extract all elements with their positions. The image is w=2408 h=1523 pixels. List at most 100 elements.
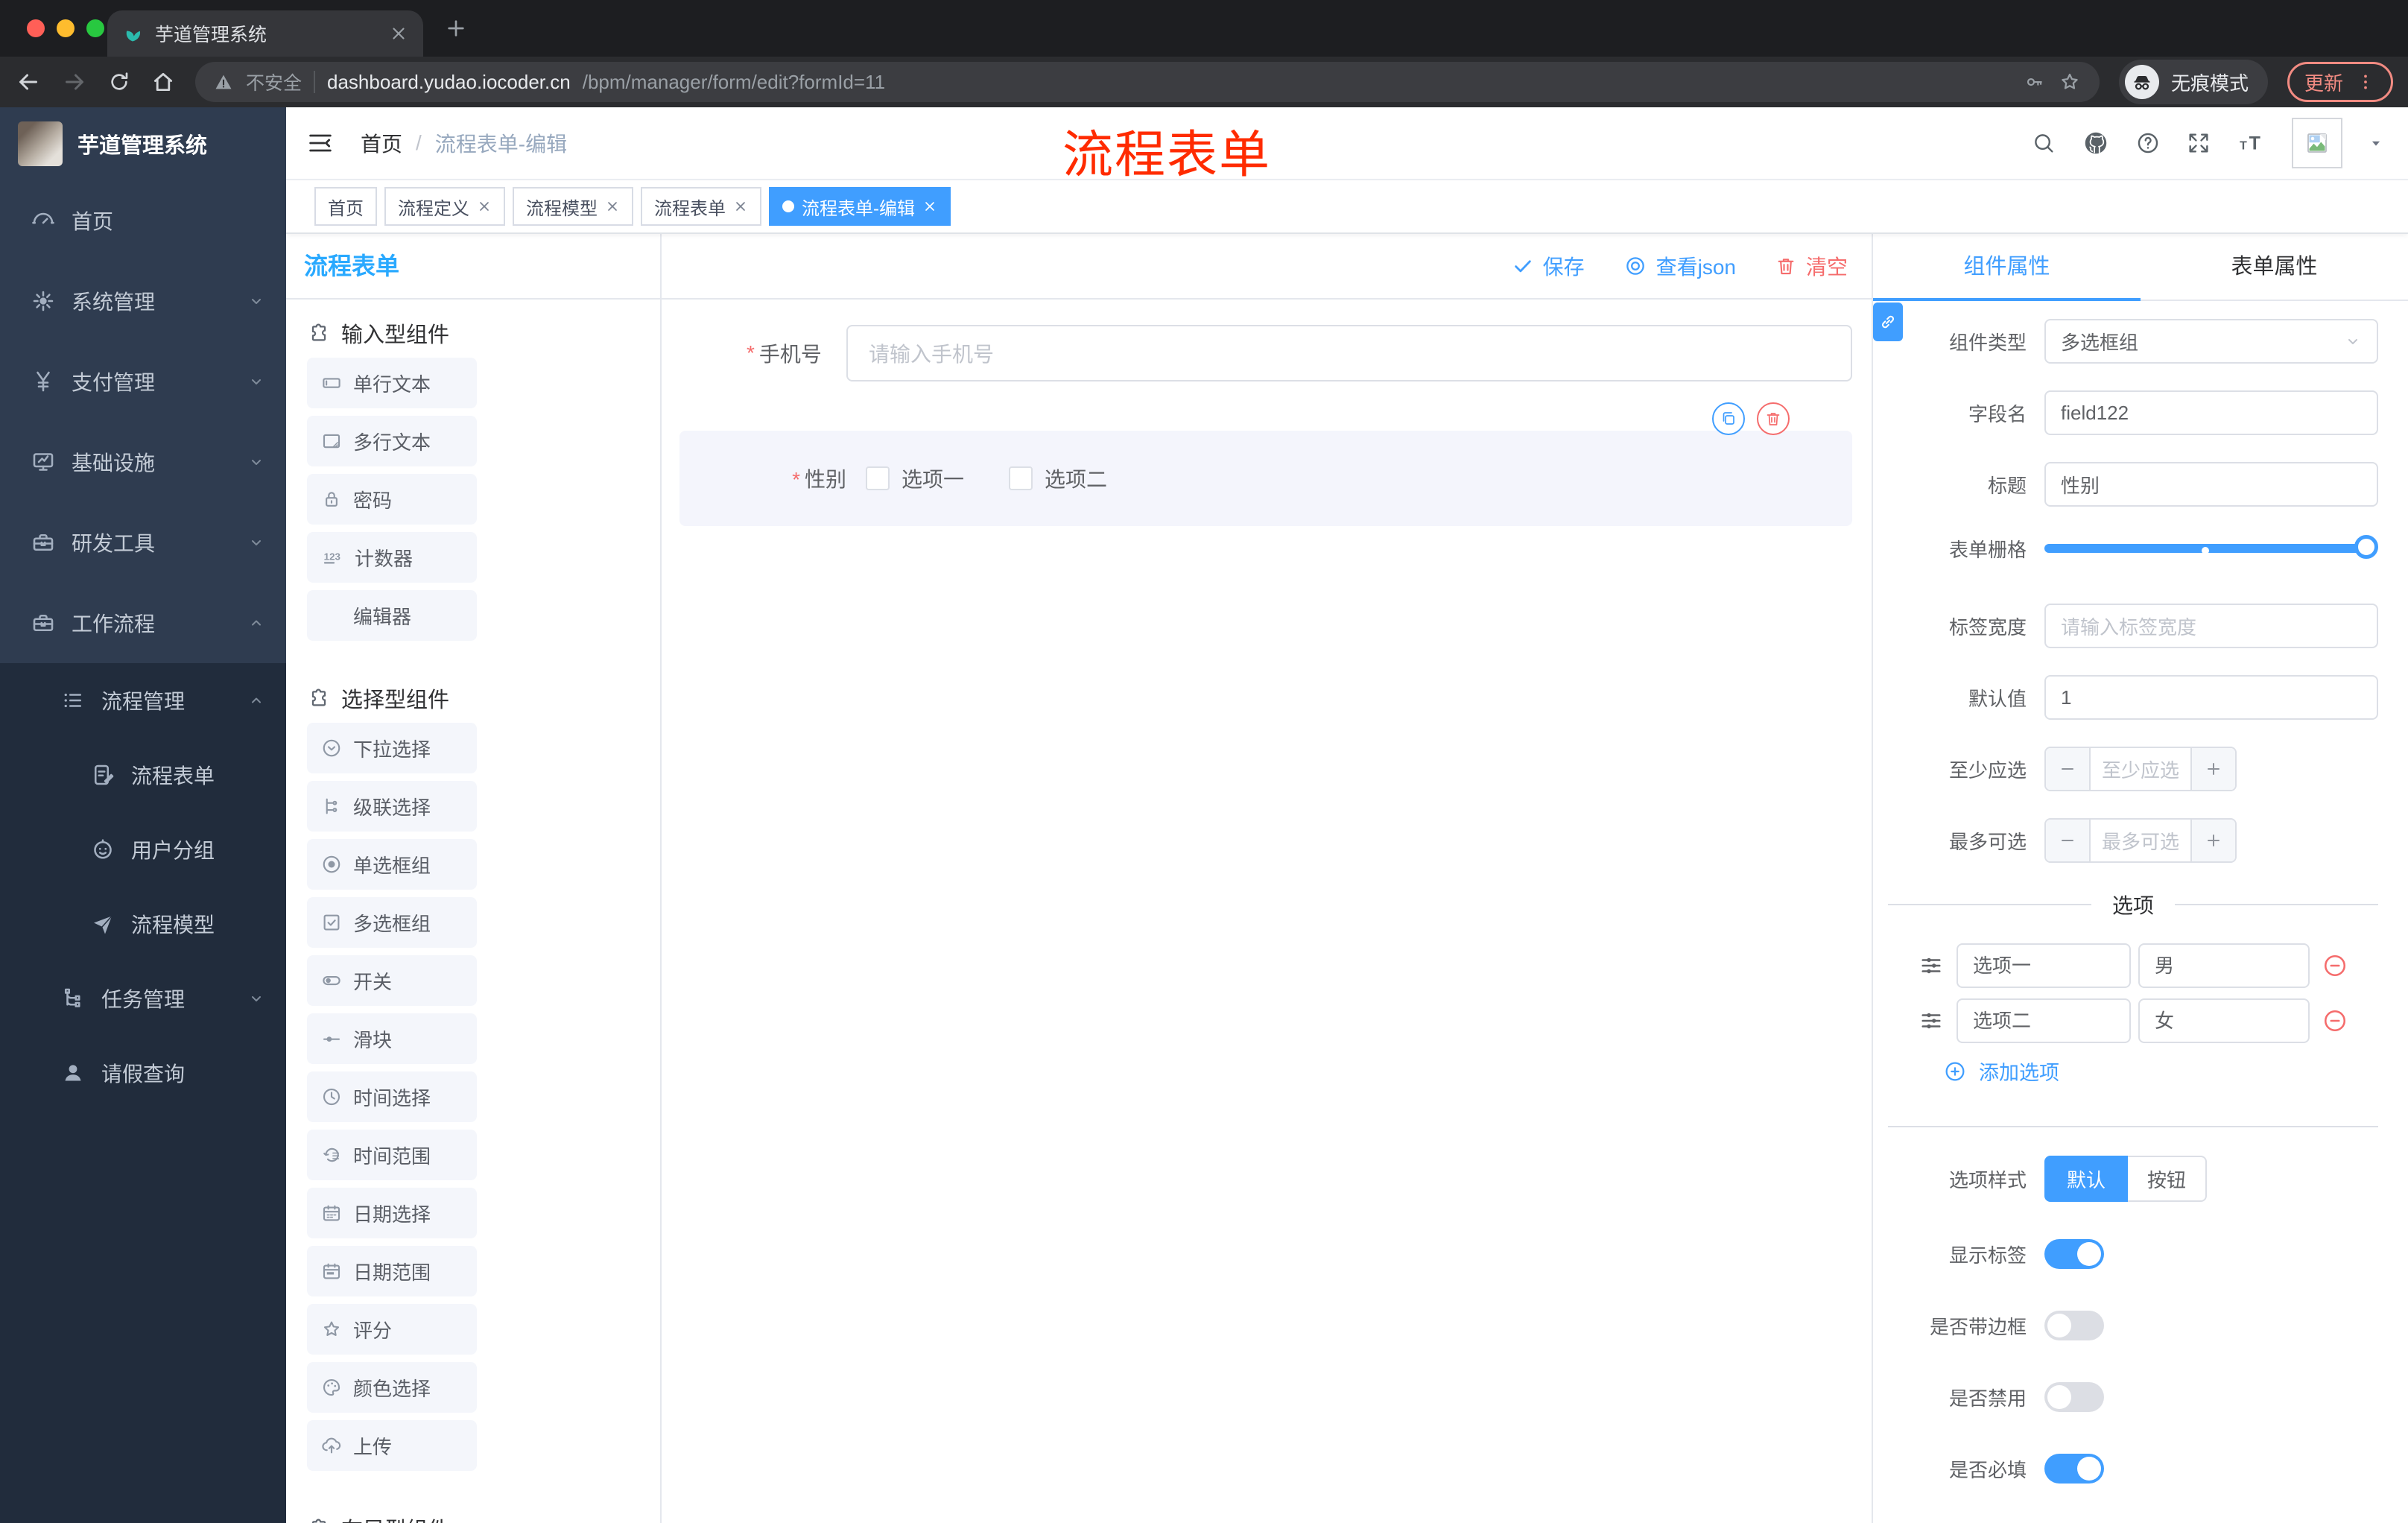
github-icon[interactable] [2082,129,2110,157]
sidebar-item-process-mgmt[interactable]: 流程管理 [0,663,286,738]
clear-button[interactable]: 清空 [1775,251,1848,281]
selected-widget-gender[interactable]: * 性别 选项一 选项二 [679,431,1852,526]
browser-tab[interactable]: 芋道管理系统 [107,10,423,57]
sidebar-item-payment[interactable]: 支付管理 [0,341,286,422]
home-icon[interactable] [150,69,176,95]
option-value-input[interactable]: 男 [2138,943,2310,988]
title-input[interactable]: 性别 [2044,462,2378,507]
tag-close-icon[interactable] [733,199,748,214]
palette-item-password[interactable]: 密码 [307,474,477,525]
widget-copy-button[interactable] [1712,402,1745,435]
sidebar-item-system[interactable]: 系统管理 [0,261,286,341]
component-type-select[interactable]: 多选框组 [2044,319,2378,364]
user-avatar[interactable] [2292,118,2342,168]
remove-option-icon[interactable] [2322,952,2348,979]
palette-item-editor[interactable]: 编辑器 [307,590,477,641]
stepper-placeholder[interactable]: 至少应选 [2091,748,2190,790]
sidebar-logo[interactable]: 芋道管理系统 [0,107,286,180]
back-icon[interactable] [15,69,42,95]
sidebar-item-process-model[interactable]: 流程模型 [0,887,286,961]
address-bar[interactable]: 不安全 dashboard.yudao.iocoder.cn /bpm/mana… [195,62,2100,102]
default-value-input[interactable]: 1 [2044,675,2378,720]
option-label-input[interactable]: 选项二 [1956,998,2131,1043]
checkbox-icon[interactable] [1009,466,1033,490]
checkbox-icon[interactable] [866,466,890,490]
option-value-input[interactable]: 女 [2138,998,2310,1043]
sidebar-item-user-group[interactable]: 用户分组 [0,812,286,887]
sidebar-item-devtools[interactable]: 研发工具 [0,502,286,583]
fullscreen-icon[interactable] [2186,130,2211,156]
close-window-button[interactable] [27,19,45,37]
palette-item-time-picker[interactable]: 时间选择 [307,1071,477,1122]
zoom-window-button[interactable] [86,19,104,37]
sidebar-item-home[interactable]: 首页 [0,180,286,261]
view-json-button[interactable]: 查看json [1623,251,1736,281]
phone-field-input[interactable]: 请输入手机号 [846,325,1852,381]
palette-item-checkbox-group[interactable]: 多选框组 [307,897,477,948]
palette-item-rate[interactable]: 评分 [307,1304,477,1355]
style-button-button[interactable]: 按钮 [2128,1156,2207,1202]
font-size-icon[interactable] [2237,128,2266,158]
tab-component-props[interactable]: 组件属性 [1873,234,2141,300]
slider-handle[interactable] [2354,535,2378,559]
option-label-input[interactable]: 选项一 [1956,943,2131,988]
tag-close-icon[interactable] [605,199,620,214]
sidebar-item-infra[interactable]: 基础设施 [0,422,286,502]
stepper-decrease-button[interactable] [2046,748,2091,790]
palette-item-multi-text[interactable]: 多行文本 [307,416,477,466]
update-label[interactable]: 更新 [2304,69,2343,96]
sidebar-item-leave-query[interactable]: 请假查询 [0,1036,286,1110]
style-default-button[interactable]: 默认 [2044,1156,2128,1202]
breadcrumb-home[interactable]: 首页 [361,128,402,158]
palette-item-counter[interactable]: 计数器 [307,532,477,583]
tag-process-form[interactable]: 流程表单 [641,187,761,226]
palette-item-slider[interactable]: 滑块 [307,1013,477,1064]
label-width-input[interactable]: 请输入标签宽度 [2044,604,2378,648]
tag-home[interactable]: 首页 [314,187,377,226]
tag-close-icon[interactable] [477,199,492,214]
panel-link-handle[interactable] [1873,303,1903,341]
sidebar-item-workflow[interactable]: 工作流程 [0,583,286,663]
border-toggle[interactable] [2044,1311,2104,1340]
tab-form-props[interactable]: 表单属性 [2141,234,2408,300]
stepper-increase-button[interactable] [2190,748,2235,790]
form-grid-slider[interactable] [2044,533,2378,563]
palette-item-color-picker[interactable]: 颜色选择 [307,1362,477,1413]
tag-process-definition[interactable]: 流程定义 [384,187,505,226]
palette-item-radio-group[interactable]: 单选框组 [307,839,477,890]
disabled-toggle[interactable] [2044,1382,2104,1412]
avatar-caret-icon[interactable] [2368,135,2384,151]
sidebar-item-process-form[interactable]: 流程表单 [0,738,286,812]
password-key-icon[interactable] [2024,71,2046,93]
stepper-placeholder[interactable]: 最多可选 [2091,820,2190,861]
stepper-decrease-button[interactable] [2046,820,2091,861]
collapse-sidebar-icon[interactable] [305,128,335,158]
forward-icon[interactable] [61,69,88,95]
security-label[interactable]: 不安全 [246,69,302,95]
gender-option-2[interactable]: 选项二 [1009,463,1107,493]
palette-item-date-picker[interactable]: 日期选择 [307,1188,477,1238]
tag-close-icon[interactable] [922,199,937,214]
palette-item-cascader[interactable]: 级联选择 [307,781,477,832]
tag-process-model[interactable]: 流程模型 [513,187,633,226]
chrome-update-button[interactable]: 更新 [2287,62,2393,102]
drag-handle-icon[interactable] [1918,952,1945,979]
tag-process-form-edit[interactable]: 流程表单-编辑 [769,187,951,226]
palette-item-date-range[interactable]: 日期范围 [307,1246,477,1296]
search-icon[interactable] [2031,130,2056,156]
drag-handle-icon[interactable] [1918,1007,1945,1034]
palette-item-upload[interactable]: 上传 [307,1420,477,1471]
save-button[interactable]: 保存 [1512,251,1585,281]
browser-menu-icon[interactable] [2355,72,2376,92]
palette-item-select[interactable]: 下拉选择 [307,723,477,773]
widget-delete-button[interactable] [1757,402,1790,435]
required-toggle[interactable] [2044,1454,2104,1484]
stepper-increase-button[interactable] [2190,820,2235,861]
help-icon[interactable] [2135,130,2161,156]
add-option-button[interactable]: 添加选项 [1943,1057,2408,1086]
palette-item-single-text[interactable]: 单行文本 [307,358,477,408]
tab-close-icon[interactable] [389,24,408,43]
field-name-input[interactable]: field122 [2044,390,2378,435]
new-tab-button[interactable] [444,16,468,40]
sidebar-item-task-mgmt[interactable]: 任务管理 [0,961,286,1036]
